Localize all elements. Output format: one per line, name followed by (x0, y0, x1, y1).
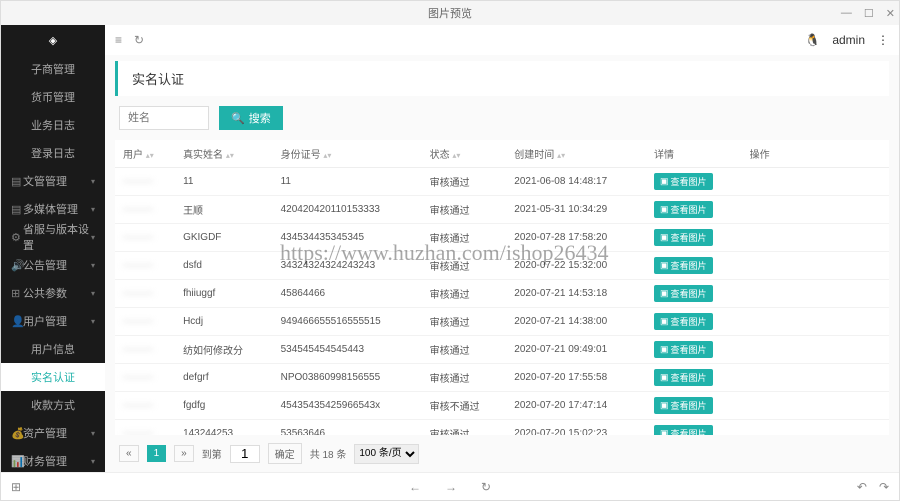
logo-icon: ◈ (1, 25, 105, 55)
sidebar-item-文管管理[interactable]: ▤文管管理▾ (1, 167, 105, 195)
view-image-button[interactable]: ▣查看图片 (654, 313, 713, 330)
name-filter-input[interactable] (119, 106, 209, 130)
table-row: ——— defgrf NPO03860998156555 审核通过 2020-0… (115, 364, 889, 392)
image-icon: ▣ (660, 176, 669, 187)
sidebar-item-公共参数[interactable]: ⊞公共参数▾ (1, 279, 105, 307)
search-icon: 🔍 (231, 112, 245, 125)
menu-icon: 💰 (11, 427, 23, 440)
table-row: ——— dsfd 34324324324243243 审核通过 2020-07-… (115, 252, 889, 280)
table-row: ——— fhiiuggf 45864466 审核通过 2020-07-21 14… (115, 280, 889, 308)
page-prev[interactable]: « (119, 445, 139, 462)
menu-icon: ⊞ (11, 287, 23, 300)
chevron-icon: ▾ (91, 205, 95, 214)
window-title: 图片预览 (428, 5, 472, 21)
page-input[interactable] (230, 445, 260, 463)
table-row: ——— 王顺 420420420110153333 审核通过 2021-05-3… (115, 196, 889, 224)
table-row: ——— 11 11 审核通过 2021-06-08 14:48:17 ▣查看图片 (115, 168, 889, 196)
minimize-icon[interactable]: — (841, 7, 852, 20)
image-icon: ▣ (660, 316, 669, 327)
chevron-icon: ▾ (91, 233, 95, 242)
col-status[interactable]: 状态 ▴▾ (422, 140, 507, 168)
col-action: 操作 (742, 140, 889, 168)
menu-icon: 👤 (11, 315, 23, 328)
more-icon[interactable]: ⋮ (877, 33, 889, 47)
col-name[interactable]: 真实姓名 ▴▾ (175, 140, 273, 168)
col-detail: 详情 (646, 140, 742, 168)
view-image-button[interactable]: ▣查看图片 (654, 173, 713, 190)
image-icon: ▣ (660, 400, 669, 411)
image-icon: ▣ (660, 204, 669, 215)
menu-toggle-icon[interactable]: ≡ (115, 33, 122, 47)
menu-icon: 🔊 (11, 259, 23, 272)
table-row: ——— 纺如何修改分 534545454545443 审核通过 2020-07-… (115, 336, 889, 364)
view-image-button[interactable]: ▣查看图片 (654, 229, 713, 246)
view-image-button[interactable]: ▣查看图片 (654, 257, 713, 274)
page-title: 实名认证 (115, 61, 889, 96)
pagination: « 1 » 到第 确定 共 18 条 100 条/页 (105, 435, 899, 472)
chevron-icon: ▾ (91, 289, 95, 298)
sidebar-item-用户信息[interactable]: 用户信息 (1, 335, 105, 363)
image-icon: ▣ (660, 428, 669, 435)
image-icon: ▣ (660, 344, 669, 355)
search-button[interactable]: 🔍 搜索 (219, 106, 283, 130)
sidebar-item-用户管理[interactable]: 👤用户管理▾ (1, 307, 105, 335)
sidebar-item-公告管理[interactable]: 🔊公告管理▾ (1, 251, 105, 279)
col-idno[interactable]: 身份证号 ▴▾ (273, 140, 422, 168)
image-icon: ▣ (660, 372, 669, 383)
refresh-icon[interactable]: ↻ (134, 33, 144, 47)
sidebar: ◈ 子商管理货币管理业务日志登录日志▤文管管理▾▤多媒体管理▾⚙省服与版本设置▾… (1, 25, 105, 472)
sidebar-item-登录日志[interactable]: 登录日志 (1, 139, 105, 167)
chevron-icon: ▾ (91, 261, 95, 270)
page-size-select[interactable]: 100 条/页 (354, 444, 419, 464)
chevron-icon: ▾ (91, 177, 95, 186)
sidebar-item-资产管理[interactable]: 💰资产管理▾ (1, 419, 105, 447)
col-created[interactable]: 创建时间 ▴▾ (506, 140, 646, 168)
sidebar-item-多媒体管理[interactable]: ▤多媒体管理▾ (1, 195, 105, 223)
verification-table: 用户 ▴▾ 真实姓名 ▴▾ 身份证号 ▴▾ 状态 ▴▾ 创建时间 ▴▾ 详情 操… (115, 140, 889, 435)
view-image-button[interactable]: ▣查看图片 (654, 341, 713, 358)
chevron-icon: ▾ (91, 317, 95, 326)
image-icon: ▣ (660, 288, 669, 299)
view-image-button[interactable]: ▣查看图片 (654, 285, 713, 302)
sidebar-item-实名认证[interactable]: 实名认证 (1, 363, 105, 391)
nav-reload-icon[interactable]: ↻ (481, 480, 491, 494)
table-row: ——— Hcdj 949466655516555515 审核通过 2020-07… (115, 308, 889, 336)
table-row: ——— fgdfg 45435435425966543x 审核不通过 2020-… (115, 392, 889, 420)
nav-forward-icon[interactable]: → (445, 480, 457, 494)
page-1[interactable]: 1 (147, 445, 167, 462)
maximize-icon[interactable]: ☐ (864, 7, 874, 20)
rotate-right-icon[interactable]: ↷ (879, 480, 889, 494)
image-icon: ▣ (660, 260, 669, 271)
sidebar-item-收款方式[interactable]: 收款方式 (1, 391, 105, 419)
table-row: ——— GKIGDF 434534435345345 审核通过 2020-07-… (115, 224, 889, 252)
page-go[interactable]: 确定 (268, 443, 302, 464)
view-image-button[interactable]: ▣查看图片 (654, 369, 713, 386)
menu-icon: ⚙ (11, 231, 23, 244)
image-icon: ▣ (660, 232, 669, 243)
sidebar-item-业务日志[interactable]: 业务日志 (1, 111, 105, 139)
view-image-button[interactable]: ▣查看图片 (654, 397, 713, 414)
sidebar-item-货币管理[interactable]: 货币管理 (1, 83, 105, 111)
sidebar-item-子商管理[interactable]: 子商管理 (1, 55, 105, 83)
close-icon[interactable]: ✕ (886, 7, 895, 20)
admin-label[interactable]: admin (832, 33, 865, 47)
col-user[interactable]: 用户 ▴▾ (115, 140, 175, 168)
page-next[interactable]: » (174, 445, 194, 462)
window-titlebar: 图片预览 — ☐ ✕ (1, 1, 899, 25)
menu-icon: ▤ (11, 203, 23, 216)
grid-icon[interactable]: ⊞ (11, 480, 21, 494)
view-image-button[interactable]: ▣查看图片 (654, 201, 713, 218)
sidebar-item-财务管理[interactable]: 📊财务管理▾ (1, 447, 105, 472)
rotate-left-icon[interactable]: ↶ (857, 480, 867, 494)
sidebar-item-省服与版本设置[interactable]: ⚙省服与版本设置▾ (1, 223, 105, 251)
nav-back-icon[interactable]: ← (409, 480, 421, 494)
chevron-icon: ▾ (91, 429, 95, 438)
menu-icon: 📊 (11, 455, 23, 468)
chevron-icon: ▾ (91, 457, 95, 466)
menu-icon: ▤ (11, 175, 23, 188)
avatar-icon[interactable]: 🐧 (805, 33, 820, 47)
view-image-button[interactable]: ▣查看图片 (654, 425, 713, 435)
table-row: ——— 143244253 53563646 审核通过 2020-07-20 1… (115, 420, 889, 436)
